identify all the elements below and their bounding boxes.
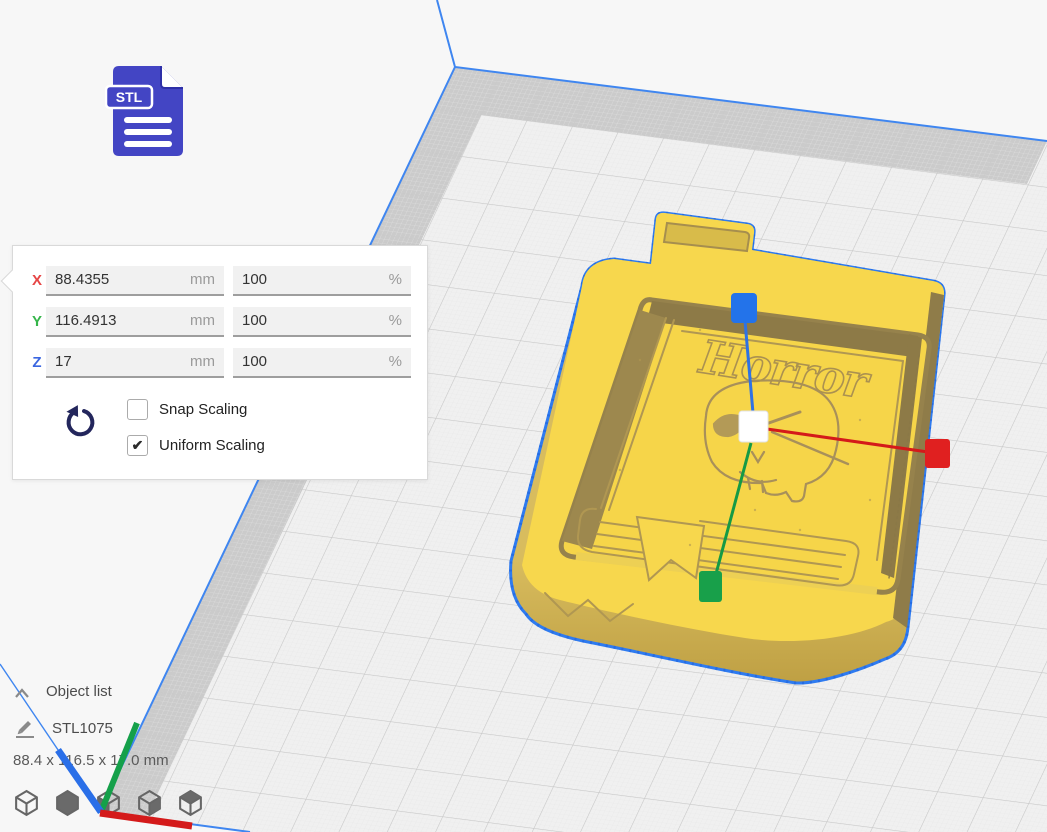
x-axis-label: X: [27, 272, 47, 289]
x-percent-input[interactable]: 100 %: [233, 266, 411, 296]
y-scale-handle[interactable]: [699, 571, 722, 602]
uniform-scaling-checkbox[interactable]: ✔: [127, 435, 148, 456]
top-view-icon[interactable]: [95, 789, 122, 817]
reset-scale-button[interactable]: [61, 402, 99, 440]
z-percent-unit: %: [389, 353, 402, 370]
right-view-icon[interactable]: [177, 789, 204, 817]
y-mm-unit: mm: [190, 312, 215, 329]
z-percent-input[interactable]: 100 %: [233, 348, 411, 378]
stl-file-icon: STL: [105, 64, 187, 158]
x-mm-input[interactable]: 88.4355 mm: [46, 266, 224, 296]
center-scale-handle[interactable]: [739, 411, 768, 442]
3d-view-icon[interactable]: [13, 789, 40, 817]
y-percent-input[interactable]: 100 %: [233, 307, 411, 337]
snap-scaling-checkbox[interactable]: [127, 399, 148, 420]
y-axis-label: Y: [27, 313, 47, 330]
object-name-label[interactable]: STL1075: [52, 720, 113, 737]
reset-rotate-icon: [61, 402, 99, 440]
z-axis-label: Z: [27, 354, 47, 371]
z-mm-input[interactable]: 17 mm: [46, 348, 224, 378]
z-mm-unit: mm: [190, 353, 215, 370]
y-mm-input[interactable]: 116.4913 mm: [46, 307, 224, 337]
x-percent-unit: %: [389, 271, 402, 288]
front-view-icon[interactable]: [54, 789, 81, 817]
left-view-icon[interactable]: [136, 789, 163, 817]
x-scale-handle[interactable]: [925, 439, 950, 468]
stl-badge-label: STL: [116, 89, 143, 105]
x-mm-unit: mm: [190, 271, 215, 288]
uniform-scaling-label: Uniform Scaling: [159, 437, 265, 454]
scale-tool-panel: X 88.4355 mm 100 % Y 116.4913 mm 100 % Z…: [12, 245, 428, 480]
object-edit-pencil-icon[interactable]: [14, 716, 36, 744]
object-dimensions-label: 88.4 x 116.5 x 17.0 mm: [13, 752, 169, 769]
object-list-header[interactable]: Object list: [46, 683, 112, 700]
snap-scaling-label: Snap Scaling: [159, 401, 247, 418]
camera-view-buttons: [13, 789, 204, 817]
object-list-collapse-chevron-icon[interactable]: [14, 686, 30, 704]
folded-corner: [161, 66, 183, 88]
y-percent-unit: %: [389, 312, 402, 329]
z-scale-handle[interactable]: [731, 293, 757, 323]
